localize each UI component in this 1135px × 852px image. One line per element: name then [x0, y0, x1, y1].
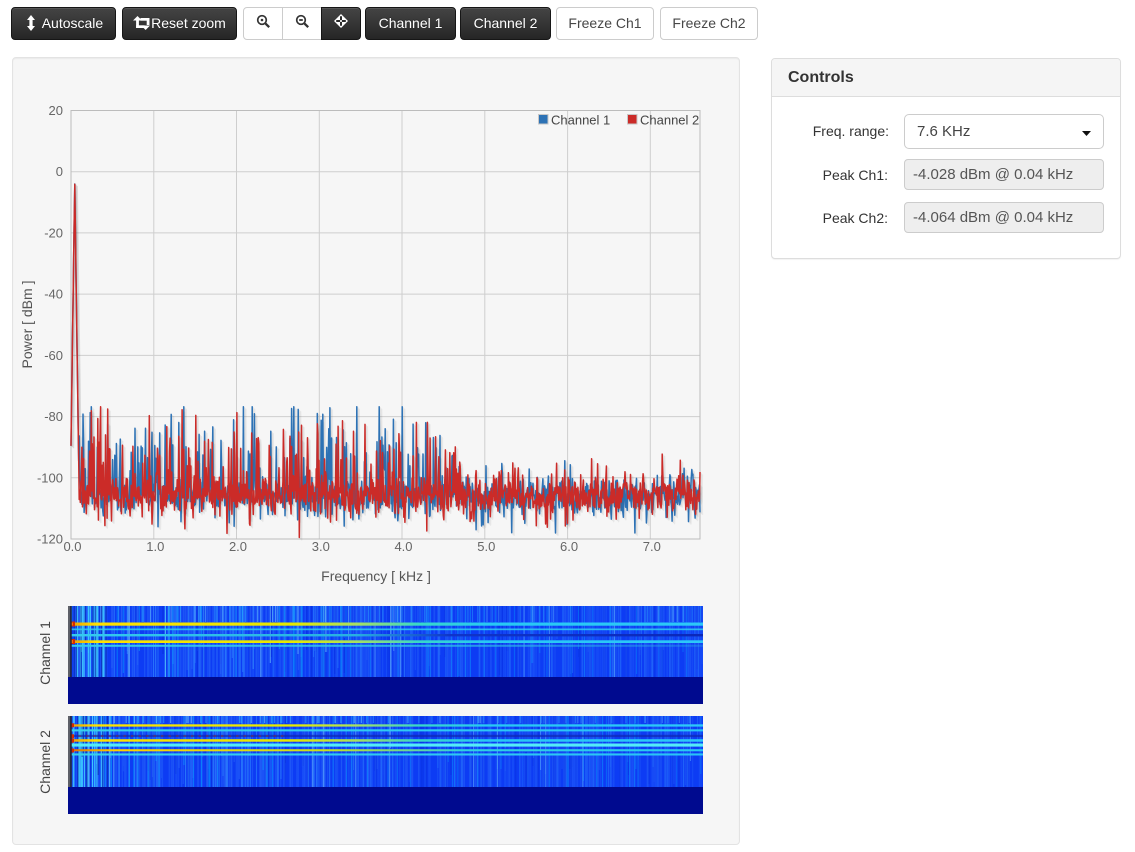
svg-text:6.0: 6.0 — [560, 539, 578, 554]
svg-text:Power [ dBm ]: Power [ dBm ] — [19, 281, 35, 369]
svg-text:20: 20 — [49, 103, 63, 118]
svg-text:-60: -60 — [44, 348, 63, 363]
svg-text:-80: -80 — [44, 409, 63, 424]
svg-text:-40: -40 — [44, 287, 63, 302]
svg-text:-100: -100 — [37, 470, 63, 485]
svg-text:5.0: 5.0 — [477, 539, 495, 554]
svg-text:Channel 2: Channel 2 — [640, 113, 699, 128]
svg-text:4.0: 4.0 — [394, 539, 412, 554]
svg-text:Frequency [ kHz ]: Frequency [ kHz ] — [321, 568, 431, 584]
svg-text:-120: -120 — [37, 532, 63, 547]
svg-text:0: 0 — [56, 164, 63, 179]
svg-text:Channel 1: Channel 1 — [551, 113, 610, 128]
svg-text:1.0: 1.0 — [146, 539, 164, 554]
svg-text:Channel 1: Channel 1 — [37, 621, 53, 685]
svg-text:2.0: 2.0 — [229, 539, 247, 554]
svg-text:Channel 2: Channel 2 — [37, 730, 53, 794]
svg-text:7.0: 7.0 — [643, 539, 661, 554]
svg-text:-20: -20 — [44, 225, 63, 240]
svg-text:3.0: 3.0 — [312, 539, 330, 554]
svg-text:0.0: 0.0 — [63, 539, 81, 554]
